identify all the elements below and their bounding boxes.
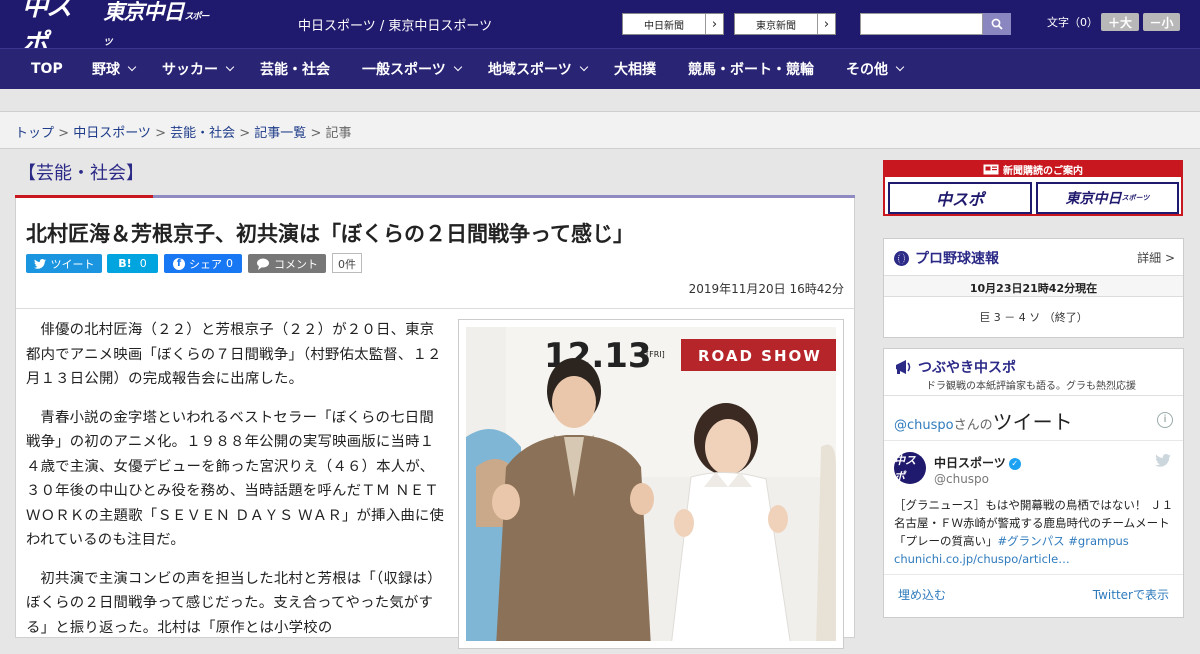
timeline-divider bbox=[884, 440, 1183, 441]
info-icon[interactable]: i bbox=[1157, 412, 1173, 428]
site-logo[interactable]: 中スポ 東京中日スポーツ bbox=[22, 0, 212, 59]
category-title: 【芸能・社会】 bbox=[18, 163, 144, 184]
baseball-detail-link[interactable]: 詳細 > bbox=[1137, 249, 1175, 266]
breadcrumb-current: 記事 bbox=[325, 126, 352, 141]
timeline-user-link[interactable]: @chuspo bbox=[894, 418, 954, 433]
facebook-icon: f bbox=[173, 257, 185, 270]
tweet-label: ツイート bbox=[50, 257, 95, 271]
chevron-down-icon bbox=[453, 62, 462, 72]
article: 北村匠海＆芳根京子、初共演は「ぼくらの２日間戦争って感じ」 ツイート B! 0 … bbox=[15, 198, 855, 649]
nav-racing[interactable]: 競馬・ボート・競輪 bbox=[688, 49, 814, 89]
article-paragraph: 俳優の北村匠海（２２）と芳根京子（２２）が２０日、東京都内でアニメ映画「ぼくらの… bbox=[26, 322, 442, 387]
article-body: 俳優の北村匠海（２２）と芳根京子（２２）が２０日、東京都内でアニメ映画「ぼくらの… bbox=[26, 318, 446, 654]
avatar[interactable]: 中スポ bbox=[894, 452, 926, 484]
timeline-header: @chuspoさんのツイート bbox=[894, 410, 1073, 434]
font-size-label: 文字（0） bbox=[1047, 16, 1098, 29]
nav-soccer[interactable]: サッカー bbox=[162, 49, 235, 89]
tweet-button[interactable]: ツイート bbox=[26, 254, 102, 273]
baseball-score[interactable]: 巨 3 － 4 ソ （終了） bbox=[884, 309, 1183, 325]
tokyo-shimbun-link[interactable]: 東京新聞 › bbox=[734, 13, 836, 35]
baseball-timestamp: 10月23日21時42分現在 bbox=[884, 275, 1183, 297]
hatena-bookmark-button[interactable]: B! 0 bbox=[107, 254, 158, 273]
chevron-right-icon: › bbox=[705, 14, 723, 34]
search-input[interactable] bbox=[860, 13, 983, 35]
comment-count: 0件 bbox=[332, 253, 362, 273]
twitter-widget-subtitle: ドラ観戦の本紙評論家も語る。グラも熱烈応援 bbox=[926, 381, 1136, 392]
twitter-timeline: @chuspoさんのツイート i 中スポ 中日スポーツ ✓ @chuspo ［グラ… bbox=[884, 395, 1183, 617]
search-button[interactable] bbox=[983, 13, 1011, 35]
article-divider bbox=[16, 308, 854, 309]
subscription-banner[interactable]: 新聞購読のご案内 中スポ 東京中日 スポーツ bbox=[883, 160, 1183, 216]
article-date: 2019年11月20日 16時42分 bbox=[688, 282, 844, 296]
tweet-author-name[interactable]: 中日スポーツ ✓ bbox=[934, 454, 1021, 471]
poster-road-show: ROAD SHOW bbox=[698, 347, 822, 365]
facebook-share-button[interactable]: f シェア 0 bbox=[164, 254, 242, 273]
article-paragraph: 初共演で主演コンビの声を担当した北村と芳根は「（収録は）ぼくらの２日間戦争って感… bbox=[26, 570, 442, 636]
site-header: 中スポ 東京中日スポーツ 中日スポーツ / 東京中日スポーツ 中日新聞 › 東京… bbox=[0, 0, 1200, 59]
nav-top[interactable]: TOP bbox=[31, 49, 63, 89]
ad-strip bbox=[0, 89, 1200, 111]
baseball-scores-widget: プロ野球速報 詳細 > 10月23日21時42分現在 巨 3 － 4 ソ （終了… bbox=[883, 238, 1184, 338]
premiere-photo: 12.13 [FRI] ROAD SHOW bbox=[466, 327, 836, 641]
chevron-down-icon bbox=[127, 62, 137, 72]
subscribe-chuspo-button[interactable]: 中スポ bbox=[888, 182, 1032, 214]
chevron-down-icon bbox=[225, 62, 235, 72]
breadcrumb-top[interactable]: トップ bbox=[15, 126, 54, 141]
article-photo[interactable]: 12.13 [FRI] ROAD SHOW bbox=[458, 319, 844, 649]
breadcrumb-article-list[interactable]: 記事一覧 bbox=[254, 126, 306, 141]
comment-label: コメント bbox=[274, 257, 318, 271]
chunichi-shimbun-link[interactable]: 中日新聞 › bbox=[622, 13, 724, 35]
baseball-widget-title: プロ野球速報 bbox=[894, 248, 999, 268]
chevron-right-icon: › bbox=[817, 14, 835, 34]
hatena-count: 0 bbox=[139, 257, 147, 270]
subscribe-tokyo-chunichi-button[interactable]: 東京中日 スポーツ bbox=[1036, 182, 1179, 214]
megaphone-icon bbox=[896, 360, 911, 374]
category-header: 【芸能・社会】 bbox=[15, 150, 855, 198]
timeline-footer-divider bbox=[884, 574, 1183, 575]
facebook-share-label: シェア bbox=[189, 257, 222, 271]
nav-regional-sports[interactable]: 地域スポーツ bbox=[488, 49, 588, 89]
comment-button[interactable]: コメント bbox=[248, 254, 326, 273]
article-paragraph: 青春小説の金字塔といわれるベストセラー「ぼくらの七日間戦争」の初のアニメ化。１９… bbox=[26, 409, 445, 549]
article-headline: 北村匠海＆芳根京子、初共演は「ぼくらの２日間戦争って感じ」 bbox=[26, 222, 634, 246]
twitter-bird-icon[interactable] bbox=[1155, 454, 1171, 467]
view-on-twitter-link[interactable]: Twitterで表示 bbox=[1093, 586, 1169, 603]
breadcrumb-entertainment[interactable]: 芸能・社会 bbox=[170, 126, 235, 141]
facebook-share-count: 0 bbox=[226, 257, 233, 270]
font-larger-button[interactable]: ＋大 bbox=[1101, 13, 1139, 31]
embed-link[interactable]: 埋め込む bbox=[898, 586, 946, 603]
main-nav: TOP 野球 サッカー 芸能・社会 一般スポーツ 地域スポーツ 大相撲 競馬・ボ… bbox=[0, 48, 1200, 89]
search-icon bbox=[991, 18, 1003, 30]
breadcrumb-chuspo[interactable]: 中日スポーツ bbox=[73, 126, 151, 141]
logo-tokyo-chunichi: 東京中日スポーツ bbox=[103, 0, 209, 48]
chevron-down-icon bbox=[579, 62, 588, 72]
tweet-link[interactable]: chunichi.co.jp/chuspo/article… bbox=[894, 552, 1070, 566]
nav-sumo[interactable]: 大相撲 bbox=[614, 49, 656, 89]
twitter-widget: つぶやき中スポ ドラ観戦の本紙評論家も語る。グラも熱烈応援 @chuspoさんの… bbox=[883, 348, 1184, 618]
tweet-hashtags[interactable]: #グランパス #grampus bbox=[998, 534, 1129, 548]
chevron-down-icon bbox=[895, 62, 905, 72]
verified-icon: ✓ bbox=[1008, 457, 1021, 470]
tweet-text: ［グラニュース］もはや開幕戦の鳥栖ではない！ Ｊ１名古屋・ＦＷ赤崎が警戒する鹿島… bbox=[894, 498, 1174, 566]
newspaper-icon bbox=[983, 164, 999, 175]
font-smaller-button[interactable]: －小 bbox=[1143, 13, 1180, 31]
nav-other[interactable]: その他 bbox=[846, 49, 905, 89]
baseball-icon bbox=[894, 250, 909, 266]
nav-baseball[interactable]: 野球 bbox=[92, 49, 137, 89]
speech-bubble-icon bbox=[257, 258, 269, 270]
poster-day: [FRI] bbox=[646, 350, 665, 359]
subscription-banner-title: 新聞購読のご案内 bbox=[885, 162, 1181, 177]
tweet-author-handle[interactable]: @chuspo bbox=[934, 472, 989, 486]
twitter-widget-title: つぶやき中スポ bbox=[894, 357, 1016, 377]
hatena-b-icon: B! bbox=[118, 257, 132, 270]
site-names[interactable]: 中日スポーツ / 東京中日スポーツ bbox=[298, 15, 492, 34]
breadcrumb: トップ > 中日スポーツ > 芸能・社会 > 記事一覧 > 記事 bbox=[0, 111, 1200, 149]
nav-entertainment[interactable]: 芸能・社会 bbox=[260, 49, 330, 89]
nav-general-sports[interactable]: 一般スポーツ bbox=[362, 49, 462, 89]
article-photo-image: 12.13 [FRI] ROAD SHOW bbox=[466, 327, 836, 641]
twitter-bird-icon bbox=[33, 258, 46, 269]
